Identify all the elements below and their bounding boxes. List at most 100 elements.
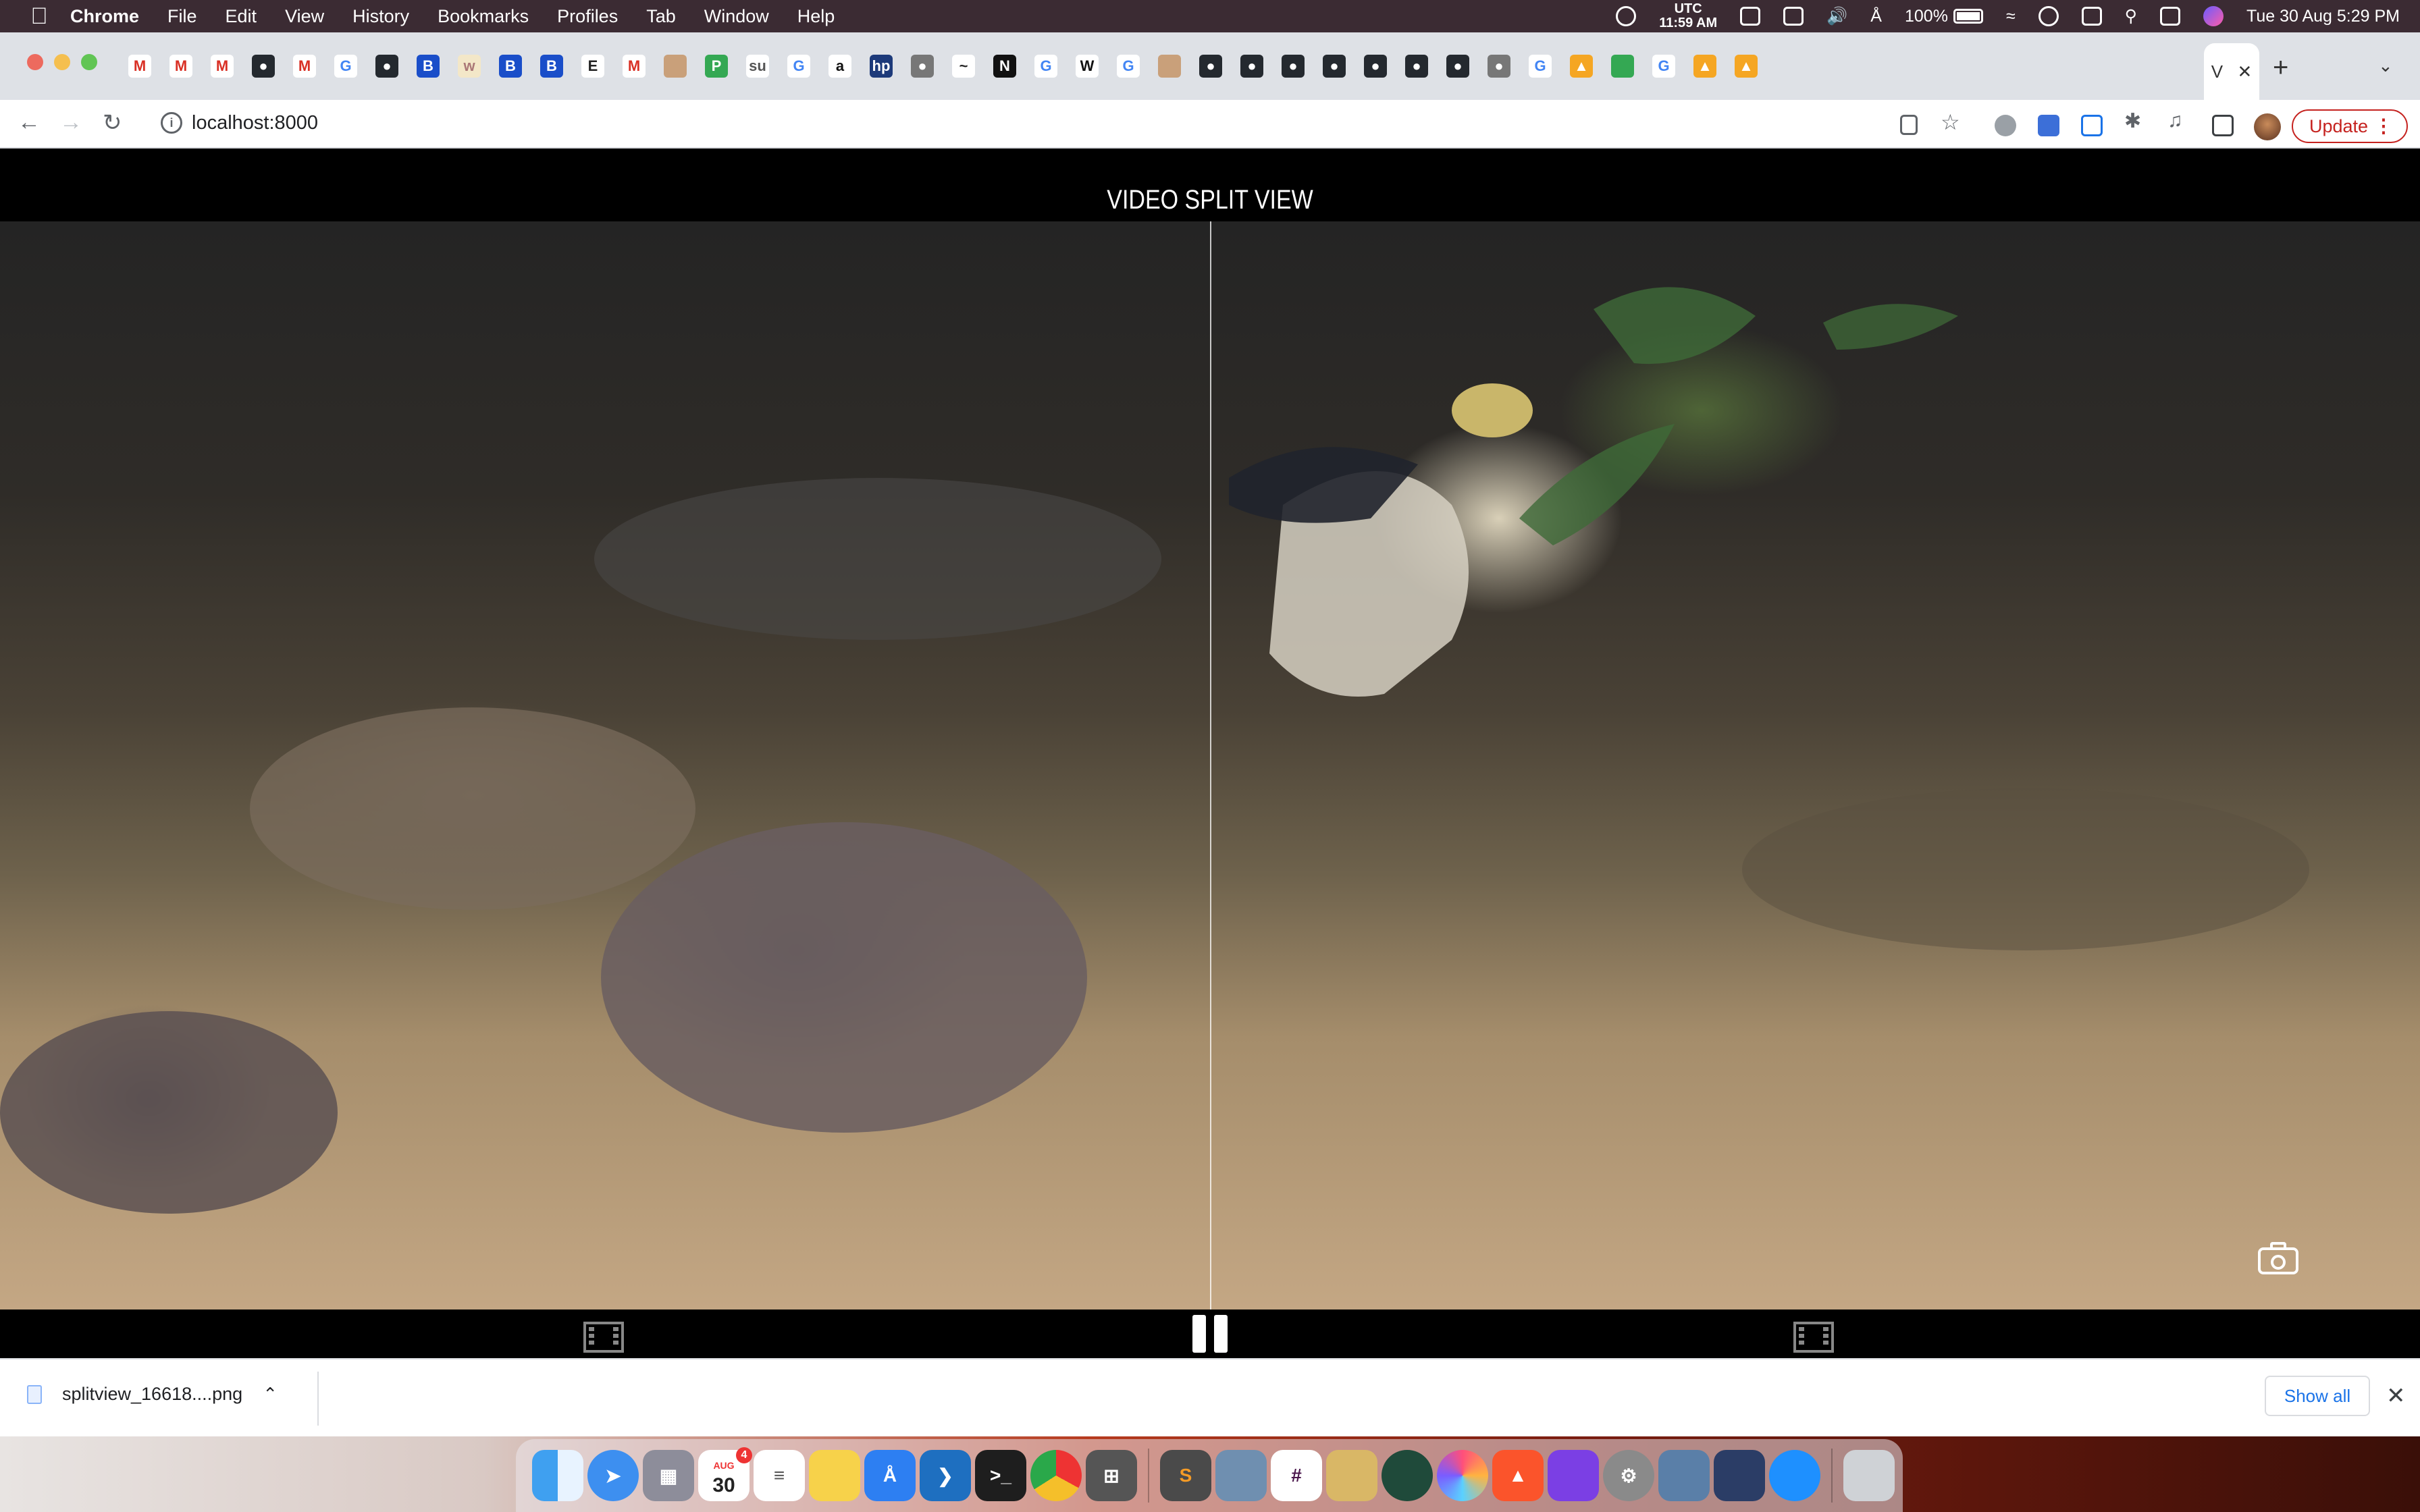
finder-icon[interactable] xyxy=(532,1450,583,1501)
tab-favicon-24[interactable]: W xyxy=(1076,55,1099,78)
tab-favicon-40[interactable]: ▲ xyxy=(1735,55,1758,78)
trash-icon[interactable] xyxy=(1843,1450,1895,1501)
tab-favicon-9[interactable]: w xyxy=(458,55,481,78)
volume-icon[interactable]: 🔊 xyxy=(1826,7,1847,26)
slack-icon[interactable]: # xyxy=(1271,1450,1322,1501)
forward-arrow-icon[interactable]: → xyxy=(59,109,82,136)
tab-favicon-4[interactable]: ● xyxy=(252,55,275,78)
arc-icon[interactable] xyxy=(1437,1450,1488,1501)
reload-icon[interactable]: ↻ xyxy=(103,109,122,136)
update-button[interactable]: Update ⋮ xyxy=(2292,109,2408,143)
video-split-area[interactable] xyxy=(0,221,2420,1310)
ring-app-icon[interactable] xyxy=(1382,1450,1433,1501)
download-item[interactable]: splitview_16618....png ⌃ xyxy=(27,1384,278,1405)
tab-favicon-13[interactable]: M xyxy=(623,55,646,78)
image-app-icon[interactable] xyxy=(1658,1450,1710,1501)
site-info-icon[interactable]: i xyxy=(161,112,182,134)
tab-favicon-16[interactable]: su xyxy=(746,55,769,78)
keyboard-icon[interactable] xyxy=(2081,7,2102,26)
extensions-puzzle-icon[interactable]: ✱ xyxy=(2124,109,2141,133)
tab-favicon-27[interactable]: ● xyxy=(1199,55,1222,78)
safari-icon[interactable]: ➤ xyxy=(587,1450,639,1501)
close-shelf-icon[interactable]: ✕ xyxy=(2386,1382,2406,1409)
camera-snapshot-icon[interactable] xyxy=(2258,1242,2298,1274)
bluetooth-app-icon[interactable]: Å xyxy=(864,1450,916,1501)
right-video-film-icon[interactable] xyxy=(1793,1322,1834,1353)
new-tab-icon[interactable]: + xyxy=(2273,53,2288,83)
automator-icon[interactable] xyxy=(1714,1450,1765,1501)
tab-favicon-20[interactable]: ● xyxy=(911,55,934,78)
reminders-icon[interactable]: ≡ xyxy=(754,1450,805,1501)
calendar-icon[interactable]: AUG 30 4 xyxy=(698,1447,752,1501)
github-desktop-icon[interactable] xyxy=(1548,1450,1599,1501)
tab-favicon-33[interactable]: ● xyxy=(1446,55,1469,78)
system-settings-icon[interactable]: ⚙ xyxy=(1603,1450,1654,1501)
tab-favicon-30[interactable]: ● xyxy=(1323,55,1346,78)
activity-icon[interactable] xyxy=(1740,7,1761,26)
tab-favicon-10[interactable]: B xyxy=(499,55,522,78)
tab-favicon-36[interactable]: ▲ xyxy=(1570,55,1593,78)
tab-favicon-22[interactable]: N xyxy=(993,55,1016,78)
tab-favicon-25[interactable]: G xyxy=(1117,55,1140,78)
tab-favicon-12[interactable]: E xyxy=(581,55,604,78)
preview-icon[interactable] xyxy=(1215,1450,1267,1501)
download-chevron-up-icon[interactable]: ⌃ xyxy=(263,1384,278,1405)
tab-favicon-34[interactable]: ● xyxy=(1488,55,1510,78)
tab-favicon-32[interactable]: ● xyxy=(1405,55,1428,78)
media-controls-icon[interactable]: ♫ xyxy=(2167,109,2183,132)
tab-favicon-31[interactable]: ● xyxy=(1364,55,1387,78)
extension-gear-icon[interactable] xyxy=(1995,115,2016,136)
tab-search-chevron-icon[interactable]: ⌄ xyxy=(2378,55,2393,76)
menu-tab[interactable]: Tab xyxy=(646,6,676,27)
tab-favicon-23[interactable]: G xyxy=(1034,55,1057,78)
close-window-button[interactable] xyxy=(27,54,43,70)
calculator-icon[interactable]: ⊞ xyxy=(1086,1450,1137,1501)
split-divider-handle[interactable] xyxy=(1210,221,1211,1310)
spotlight-search-icon[interactable]: ⚲ xyxy=(2125,6,2137,26)
tab-favicon-21[interactable]: ~ xyxy=(952,55,975,78)
location-app-icon[interactable] xyxy=(1769,1450,1820,1501)
tab-favicon-8[interactable]: B xyxy=(417,55,440,78)
siri-icon[interactable] xyxy=(2203,6,2224,26)
active-tab[interactable]: V ✕ xyxy=(2204,43,2259,100)
extension-jh-icon[interactable] xyxy=(2038,115,2059,136)
user-icon[interactable] xyxy=(2038,6,2059,26)
notes-icon[interactable] xyxy=(809,1450,860,1501)
menu-profiles[interactable]: Profiles xyxy=(557,6,618,27)
vscode-icon[interactable]: ❯ xyxy=(920,1450,971,1501)
bookmark-star-icon[interactable]: ☆ xyxy=(1941,109,1960,135)
tab-favicon-11[interactable]: B xyxy=(540,55,563,78)
script-icon[interactable] xyxy=(1783,7,1804,26)
sequel-icon[interactable] xyxy=(1326,1450,1377,1501)
tab-favicon-6[interactable]: G xyxy=(334,55,357,78)
tab-favicon-28[interactable]: ● xyxy=(1240,55,1263,78)
tab-favicon-37[interactable] xyxy=(1611,55,1634,78)
minimize-window-button[interactable] xyxy=(54,54,70,70)
extension-screenshot-icon[interactable] xyxy=(2081,115,2103,136)
back-arrow-icon[interactable]: ← xyxy=(18,109,41,136)
pause-icon[interactable] xyxy=(1191,1315,1229,1353)
close-tab-icon[interactable]: ✕ xyxy=(2237,61,2252,82)
download-filename[interactable]: splitview_16618....png xyxy=(62,1384,242,1405)
sublime-icon[interactable]: S xyxy=(1160,1450,1211,1501)
tab-favicon-14[interactable] xyxy=(664,55,687,78)
tab-favicon-1[interactable]: M xyxy=(128,55,151,78)
menu-bookmarks[interactable]: Bookmarks xyxy=(438,6,529,27)
menu-edit[interactable]: Edit xyxy=(226,6,257,27)
tab-favicon-17[interactable]: G xyxy=(787,55,810,78)
chrome-icon[interactable] xyxy=(1030,1450,1082,1501)
menubar-datetime[interactable]: Tue 30 Aug 5:29 PM xyxy=(2246,7,2400,26)
tab-favicon-3[interactable]: M xyxy=(211,55,234,78)
terminal-icon[interactable]: >_ xyxy=(975,1450,1026,1501)
left-video-film-icon[interactable] xyxy=(583,1322,624,1353)
control-center-icon[interactable] xyxy=(2159,7,2180,26)
tab-favicon-7[interactable]: ● xyxy=(375,55,398,78)
tab-favicon-38[interactable]: G xyxy=(1652,55,1675,78)
bluetooth-icon[interactable]: Å xyxy=(1870,7,1882,26)
menu-history[interactable]: History xyxy=(352,6,409,27)
profile-avatar[interactable] xyxy=(2254,113,2281,140)
apple-menu-icon[interactable]:  xyxy=(26,3,53,30)
tab-favicon-26[interactable] xyxy=(1158,55,1181,78)
tab-favicon-29[interactable]: ● xyxy=(1282,55,1305,78)
address-url[interactable]: localhost:8000 xyxy=(192,112,318,134)
